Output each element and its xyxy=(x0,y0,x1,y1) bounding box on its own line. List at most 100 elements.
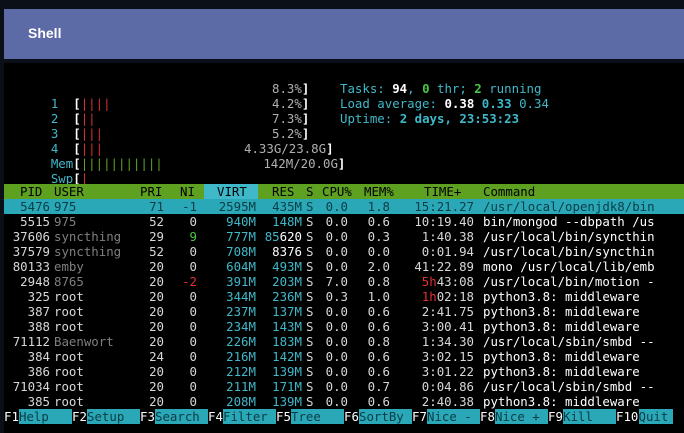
mem-value: 4.33G/23.8G] xyxy=(244,141,334,156)
cell-s: S xyxy=(306,394,314,409)
cell-res: 148M xyxy=(272,214,302,229)
fkey-f10[interactable]: F10 xyxy=(616,409,638,424)
cell-virt: 940M xyxy=(226,214,256,229)
fkey-label-nice[interactable]: Nice - xyxy=(427,409,480,424)
cell-pid: 384 xyxy=(27,349,50,364)
uptime-value: 2 days, 23:53:23 xyxy=(399,111,520,126)
cell-ni: 0 xyxy=(189,319,197,334)
cell-virt: 344M xyxy=(226,289,256,304)
cell-user: syncthing xyxy=(54,244,122,259)
process-row[interactable]: 71034 root 20 0 211M 171M S 0.0 0.7 0:04.86/usr/l… xyxy=(4,379,684,394)
fkey-label-help[interactable]: Help xyxy=(19,409,72,424)
cell-time: 41:22.89 xyxy=(414,259,474,274)
cell-ni: 9 xyxy=(189,229,197,244)
cell-ni: 0 xyxy=(189,259,197,274)
process-row[interactable]: 37579 syncthing 52 0 708M 8376 S 0.0 0.0 0:01.94 /… xyxy=(4,244,684,259)
cell-mem: 2.0 xyxy=(367,259,390,274)
col-time[interactable]: TIME+ xyxy=(424,184,461,199)
fkey-label-nice[interactable]: Nice + xyxy=(495,409,548,424)
fkey-label-search[interactable]: Search xyxy=(155,409,208,424)
process-row[interactable]: 385 root 20 0 208M 139M S 0.0 0.6 2:40.38 python3.… xyxy=(4,394,684,409)
process-row[interactable]: 2948 8765 20 -2 391M 203M S 7.0 0.8 5h43:08/usr/l… xyxy=(4,274,684,289)
cell-mem: 0.8 xyxy=(367,334,390,349)
mem-meter: Mem[||||||||||| xyxy=(50,156,163,171)
fkey-f8[interactable]: F8 xyxy=(480,409,495,424)
cell-res: 143M xyxy=(272,319,302,334)
fkey-label-kill[interactable]: Kill xyxy=(563,409,616,424)
cell-cpu: 0.3 xyxy=(325,289,348,304)
process-row[interactable]: 386 root 20 0 212M 139M S 0.0 0.6 3:01.22 python3.… xyxy=(4,364,684,379)
cell-virt: 237M xyxy=(226,304,256,319)
cell-s: S xyxy=(306,274,314,289)
process-row[interactable]: 5476 975 71 -1 2595M 435M S 0.0 1.8 15:21.27/usr/… xyxy=(4,199,684,214)
cell-mem: 1.0 xyxy=(367,289,390,304)
cell-virt: 226M xyxy=(226,334,256,349)
fkey-f6[interactable]: F6 xyxy=(344,409,359,424)
cell-s: S xyxy=(306,319,314,334)
col-cpu[interactable]: CPU% xyxy=(322,184,352,199)
col-res[interactable]: RES xyxy=(272,184,294,199)
process-row[interactable]: 388 root 20 0 234M 143M S 0.0 0.6 3:00.41 python3.… xyxy=(4,319,684,334)
terminal[interactable]: 1 [|||| 8.3%] 2 [|| 4.2%] 3 [||| 7.3%] 4… xyxy=(4,63,684,433)
cell-user: root xyxy=(54,349,84,364)
fkey-f1[interactable]: F1 xyxy=(4,409,19,424)
cell-cpu: 0.0 xyxy=(325,319,348,334)
fkey-label-filter[interactable]: Filter xyxy=(223,409,276,424)
process-row[interactable]: 37606 syncthing 29 9 777M 85620 S 0.0 0.3 1:40.38… xyxy=(4,229,684,244)
cell-res: 139M xyxy=(272,364,302,379)
cell-mem: 0.6 xyxy=(367,319,390,334)
cell-res: 435M xyxy=(272,199,302,214)
cell-s: S xyxy=(306,289,314,304)
col-ni[interactable]: NI xyxy=(180,184,195,199)
fkey-f7[interactable]: F7 xyxy=(412,409,427,424)
fkey-label-sortby[interactable]: SortBy xyxy=(359,409,412,424)
fkey-label-tree[interactable]: Tree xyxy=(291,409,344,424)
cell-time: 15:21.27 xyxy=(414,199,474,214)
col-s[interactable]: S xyxy=(306,184,313,199)
cell-pid: 5515 xyxy=(20,214,50,229)
cell-virt: 211M xyxy=(226,379,256,394)
cell-command: /usr/local/openjdk8/bin xyxy=(483,199,655,214)
cell-s: S xyxy=(306,199,314,214)
cell-ni: 0 xyxy=(189,349,197,364)
window-header: Shell xyxy=(4,9,684,59)
cell-command: /usr/local/bin/syncthin xyxy=(483,244,655,259)
cell-cpu: 0.0 xyxy=(325,379,348,394)
cell-cpu: 0.0 xyxy=(325,244,348,259)
cpu-value: 4.2% xyxy=(272,96,302,111)
fkey-label-quit[interactable]: Quit xyxy=(638,409,673,424)
fkey-label-setup[interactable]: Setup xyxy=(87,409,140,424)
col-user[interactable]: USER xyxy=(54,184,84,199)
cpu-value-3: 7.3%] xyxy=(272,111,310,126)
col-virt[interactable]: VIRT xyxy=(217,184,247,199)
cell-mem: 0.6 xyxy=(367,364,390,379)
cell-mem: 0.6 xyxy=(367,214,390,229)
tasks-summary: Tasks: 94, 0 thr; 2 running xyxy=(340,81,541,96)
cell-ni: 0 xyxy=(189,364,197,379)
cell-pri: 20 xyxy=(149,394,164,409)
fkey-f2[interactable]: F2 xyxy=(72,409,87,424)
process-row[interactable]: 71112 Baenwort 20 0 226M 183M S 0.0 0.8 1:34.30/u… xyxy=(4,334,684,349)
process-row[interactable]: 387 root 20 0 237M 137M S 0.0 0.6 2:41.75 python3.… xyxy=(4,304,684,319)
fkey-f5[interactable]: F5 xyxy=(276,409,291,424)
fkey-f4[interactable]: F4 xyxy=(208,409,223,424)
cell-s: S xyxy=(306,259,314,274)
uptime-label: Uptime: xyxy=(340,111,400,126)
process-row[interactable]: 384 root 24 0 216M 142M S 0.0 0.6 3:02.15 python3.… xyxy=(4,349,684,364)
cell-cpu: 7.0 xyxy=(325,274,348,289)
cell-user: root xyxy=(54,394,84,409)
process-row[interactable]: 325 root 20 0 344M 236M S 0.3 1.0 1h02:18 python3.… xyxy=(4,289,684,304)
cell-command: bin/mongod --dbpath /us xyxy=(483,214,655,229)
col-pid[interactable]: PID xyxy=(20,184,42,199)
fkey-f9[interactable]: F9 xyxy=(548,409,563,424)
cell-pid: 2948 xyxy=(20,274,50,289)
col-mem[interactable]: MEM% xyxy=(364,184,394,199)
col-command[interactable]: Command xyxy=(483,184,535,199)
fkey-f3[interactable]: F3 xyxy=(140,409,155,424)
process-row[interactable]: 80133 emby 20 0 604M 493M S 0.0 2.0 41:22.89 mono … xyxy=(4,259,684,274)
cpu-value: 5.2% xyxy=(272,126,302,141)
cell-user: root xyxy=(54,379,84,394)
col-pri[interactable]: PRI xyxy=(140,184,162,199)
mem-bar: ||||||||||| xyxy=(80,156,163,171)
process-row[interactable]: 5515 975 52 0 940M 148M S 0.0 0.6 10:19.40 bin/mon… xyxy=(4,214,684,229)
